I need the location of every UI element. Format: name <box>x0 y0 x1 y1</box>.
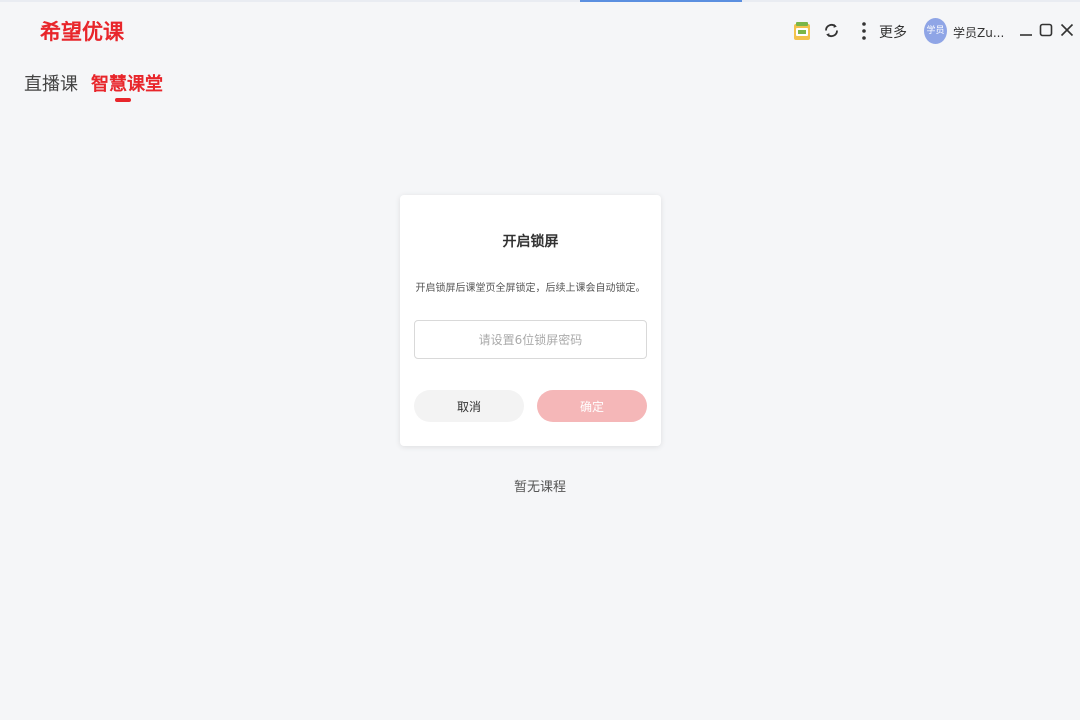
more-menu-label[interactable]: 更多 <box>879 22 907 42</box>
dialog-description: 开启锁屏后课堂页全屏锁定，后续上课会自动锁定。 <box>415 283 646 294</box>
tab-smart-classroom[interactable]: 智慧课堂 <box>91 70 163 96</box>
user-name[interactable]: 学员Zu... <box>953 24 1004 41</box>
maximize-icon[interactable] <box>1039 23 1053 37</box>
active-tab-indicator <box>115 98 131 102</box>
tab-live-class[interactable]: 直播课 <box>24 70 78 96</box>
lock-screen-dialog: 开启锁屏 开启锁屏后课堂页全屏锁定，后续上课会自动锁定。 取消 确定 <box>400 195 661 446</box>
title-bar: 希望优课 更多 学员 学员Zu... <box>0 2 1080 58</box>
close-icon[interactable] <box>1060 23 1074 37</box>
dialog-title: 开启锁屏 <box>502 234 559 250</box>
empty-state-text: 暂无课程 <box>513 480 566 495</box>
avatar[interactable]: 学员 <box>924 18 947 44</box>
confirm-button[interactable]: 确定 <box>537 390 647 422</box>
cancel-button[interactable]: 取消 <box>414 390 524 422</box>
more-vertical-icon[interactable] <box>861 21 867 41</box>
lock-password-input[interactable] <box>414 320 647 359</box>
vip-badge-icon[interactable] <box>793 21 811 41</box>
app-logo: 希望优课 <box>40 20 124 44</box>
minimize-icon[interactable] <box>1019 23 1033 37</box>
refresh-icon[interactable] <box>823 22 840 39</box>
